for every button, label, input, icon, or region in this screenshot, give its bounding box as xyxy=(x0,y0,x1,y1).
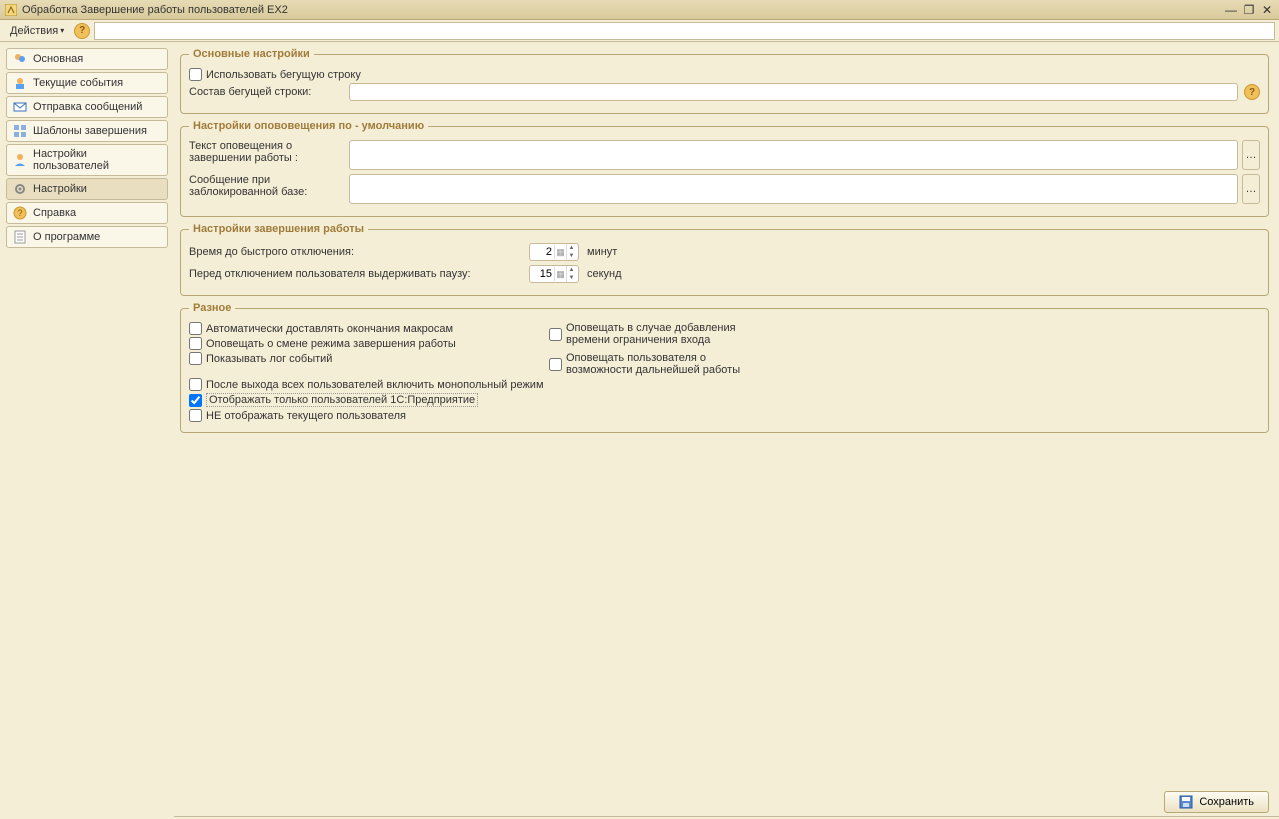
label-locked-msg: Сообщение при заблокированной базе: xyxy=(189,174,349,198)
footer-divider xyxy=(174,816,1279,817)
label-cb1: Автоматически доставлять окончания макро… xyxy=(206,323,453,335)
spinner-fast-off[interactable]: ▦ ▲ ▼ xyxy=(529,243,579,261)
content-area: Основные настройки Использовать бегущую … xyxy=(174,42,1279,819)
checkbox-only-1c[interactable] xyxy=(189,394,202,407)
label-cbR1: Оповещать в случае добавления времени ог… xyxy=(566,322,746,346)
label-cb3: Показывать лог событий xyxy=(206,353,332,365)
toolbar-search-input[interactable] xyxy=(94,22,1275,40)
legend-main-settings: Основные настройки xyxy=(189,48,314,60)
sidebar-item-send[interactable]: Отправка сообщений xyxy=(6,96,168,118)
document-icon xyxy=(13,230,27,244)
maximize-button[interactable]: ❐ xyxy=(1241,3,1257,17)
checkbox-show-log[interactable] xyxy=(189,352,202,365)
input-notify-text[interactable] xyxy=(349,140,1238,170)
checkbox-macros[interactable] xyxy=(189,322,202,335)
label-cb4: После выхода всех пользователей включить… xyxy=(206,379,544,391)
sidebar: Основная Текущие события Отправка сообще… xyxy=(0,42,174,819)
actions-label: Действия xyxy=(10,25,58,37)
save-button[interactable]: Сохранить xyxy=(1164,791,1269,813)
help-circle-icon: ? xyxy=(13,206,27,220)
minimize-button[interactable]: — xyxy=(1223,3,1239,17)
group-main-settings: Основные настройки Использовать бегущую … xyxy=(180,48,1269,114)
main-area: Основная Текущие события Отправка сообще… xyxy=(0,42,1279,819)
user-icon xyxy=(13,76,27,90)
save-label: Сохранить xyxy=(1199,796,1254,808)
label-cb2: Оповещать о смене режима завершения рабо… xyxy=(206,338,456,350)
checkbox-notify-continue[interactable] xyxy=(549,358,562,371)
save-icon xyxy=(1179,795,1193,809)
sidebar-item-usersettings[interactable]: Настройки пользователей xyxy=(6,144,168,176)
label-notify-text: Текст оповещения о завершении работы : xyxy=(189,140,349,164)
sidebar-item-label: Шаблоны завершения xyxy=(33,125,147,137)
users-icon xyxy=(13,52,27,66)
spinner-pause[interactable]: ▦ ▲ ▼ xyxy=(529,265,579,283)
person-icon xyxy=(13,153,27,167)
spinner-up-icon[interactable]: ▲ xyxy=(567,244,576,252)
footer: Сохранить xyxy=(1164,791,1269,813)
chevron-down-icon: ▾ xyxy=(60,26,64,35)
toolbar: Действия ▾ ? xyxy=(0,20,1279,42)
legend-shutdown: Настройки завершения работы xyxy=(189,223,368,235)
checkbox-mode-change[interactable] xyxy=(189,337,202,350)
gear-icon xyxy=(13,182,27,196)
sidebar-item-label: О программе xyxy=(33,231,100,243)
group-misc: Разное Автоматически доставлять окончани… xyxy=(180,302,1269,433)
titlebar: Обработка Завершение работы пользователе… xyxy=(0,0,1279,20)
spinner-down-icon[interactable]: ▼ xyxy=(567,274,576,282)
sidebar-item-label: Справка xyxy=(33,207,76,219)
legend-defaults: Настройки опововещения по - умолчанию xyxy=(189,120,428,132)
label-fast-off: Время до быстрого отключения: xyxy=(189,246,529,258)
sidebar-item-label: Отправка сообщений xyxy=(33,101,142,113)
label-cbR2: Оповещать пользователя о возможности дал… xyxy=(566,352,746,376)
ellipsis-notify-button[interactable]: … xyxy=(1242,140,1260,170)
calculator-icon[interactable]: ▦ xyxy=(554,267,566,281)
close-button[interactable]: ✕ xyxy=(1259,3,1275,17)
label-pause: Перед отключением пользователя выдержива… xyxy=(189,268,529,280)
group-defaults: Настройки опововещения по - умолчанию Те… xyxy=(180,120,1269,217)
checkbox-monopoly[interactable] xyxy=(189,378,202,391)
unit-pause: секунд xyxy=(587,268,622,280)
sidebar-item-templates[interactable]: Шаблоны завершения xyxy=(6,120,168,142)
label-cb6: НЕ отображать текущего пользователя xyxy=(206,410,406,422)
sidebar-item-about[interactable]: О программе xyxy=(6,226,168,248)
unit-fast-off: минут xyxy=(587,246,617,258)
input-ticker-content[interactable] xyxy=(349,83,1238,101)
input-locked-msg[interactable] xyxy=(349,174,1238,204)
label-use-ticker: Использовать бегущую строку xyxy=(206,69,361,81)
help-ticker-icon[interactable]: ? xyxy=(1244,84,1260,100)
sidebar-item-label: Настройки xyxy=(33,183,87,195)
grid-icon xyxy=(13,124,27,138)
sidebar-item-label: Настройки пользователей xyxy=(33,148,161,172)
sidebar-item-label: Основная xyxy=(33,53,83,65)
checkbox-use-ticker[interactable] xyxy=(189,68,202,81)
calculator-icon[interactable]: ▦ xyxy=(554,245,566,259)
svg-text:?: ? xyxy=(17,208,22,218)
group-shutdown: Настройки завершения работы Время до быс… xyxy=(180,223,1269,296)
sidebar-item-help[interactable]: ? Справка xyxy=(6,202,168,224)
label-cb5: Отображать только пользователей 1С:Предп… xyxy=(206,393,478,407)
input-pause[interactable] xyxy=(530,268,554,280)
checkbox-hide-current[interactable] xyxy=(189,409,202,422)
mail-icon xyxy=(13,100,27,114)
sidebar-item-label: Текущие события xyxy=(33,77,123,89)
label-ticker-content: Состав бегущей строки: xyxy=(189,86,349,98)
checkbox-notify-add-time[interactable] xyxy=(549,328,562,341)
window-title: Обработка Завершение работы пользователе… xyxy=(22,4,1223,16)
input-fast-off[interactable] xyxy=(530,246,554,258)
legend-misc: Разное xyxy=(189,302,235,314)
sidebar-item-main[interactable]: Основная xyxy=(6,48,168,70)
window-controls: — ❐ ✕ xyxy=(1223,3,1275,17)
help-icon[interactable]: ? xyxy=(74,23,90,39)
ellipsis-locked-button[interactable]: … xyxy=(1242,174,1260,204)
sidebar-item-settings[interactable]: Настройки xyxy=(6,178,168,200)
sidebar-item-events[interactable]: Текущие события xyxy=(6,72,168,94)
actions-menu[interactable]: Действия ▾ xyxy=(4,23,70,39)
app-icon xyxy=(4,3,18,17)
spinner-up-icon[interactable]: ▲ xyxy=(567,266,576,274)
spinner-down-icon[interactable]: ▼ xyxy=(567,252,576,260)
